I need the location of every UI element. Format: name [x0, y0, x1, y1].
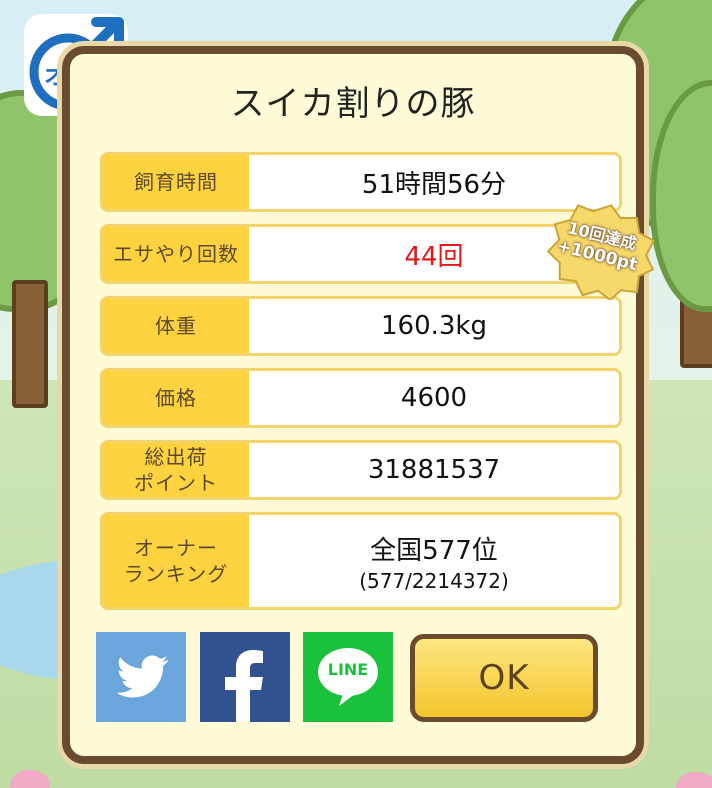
stat-row-owner-ranking: オーナー ランキング 全国577位 (577/2214372)	[100, 512, 622, 610]
pig-name-title: スイカ割りの豚	[230, 84, 476, 124]
ok-button[interactable]: OK	[410, 634, 598, 722]
stat-label: 体重	[103, 299, 249, 353]
stat-value: 31881537	[367, 455, 501, 485]
stat-row-shipping-points: 総出荷 ポイント 31881537	[100, 440, 622, 500]
tree-trunk	[12, 280, 48, 408]
stat-label: エサやり回数	[103, 227, 249, 281]
stat-row-weight: 体重 160.3kg	[100, 296, 622, 356]
ranking-value: 全国577位	[370, 535, 498, 566]
line-label: LINE	[327, 660, 369, 679]
stat-value: 4600	[400, 383, 468, 413]
stat-label: 価格	[103, 371, 249, 425]
stat-value: 全国577位 (577/2214372)	[249, 515, 619, 607]
line-share-button[interactable]: LINE	[303, 632, 393, 722]
stat-label: 飼育時間	[103, 155, 249, 209]
facebook-f-icon	[225, 650, 263, 722]
stat-row-price: 価格 4600	[100, 368, 622, 428]
twitter-bird-icon	[116, 655, 169, 698]
stat-label: 総出荷 ポイント	[103, 443, 249, 497]
achievement-seal: 10回達成 +1000pt	[542, 200, 658, 302]
twitter-share-button[interactable]	[96, 632, 186, 722]
ranking-detail: (577/2214372)	[359, 568, 509, 593]
facebook-share-button[interactable]	[200, 632, 290, 722]
stat-value: 160.3kg	[381, 311, 487, 341]
stat-label: オーナー ランキング	[103, 515, 249, 607]
